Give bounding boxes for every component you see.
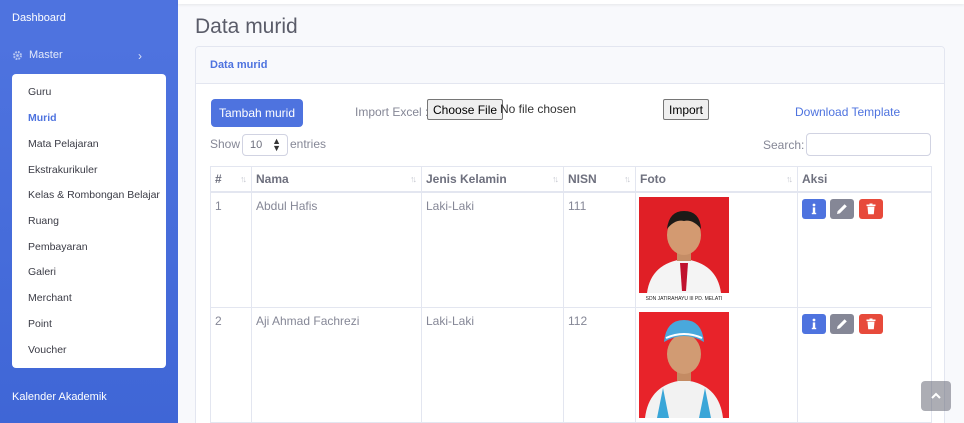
edit-button[interactable] [830,199,855,219]
sort-icon: ↑↓ [240,174,247,184]
show-label: Show [210,137,241,151]
import-button[interactable]: Import [663,99,710,120]
cell-aksi [797,307,932,423]
col-header-aksi: Aksi [797,166,932,193]
sidebar-item-merchant[interactable]: Merchant [28,292,72,304]
sidebar-item-voucher[interactable]: Voucher [28,344,67,356]
search-input[interactable] [806,133,931,156]
sidebar-item-master-label: Master [29,49,63,61]
cell-jenis-kelamin: Laki-Laki [421,307,564,423]
trash-icon [866,318,876,330]
select-arrows-icon: ▲ ▼ [272,136,281,153]
trash-icon [866,203,876,215]
topbar [178,0,964,4]
sidebar-item-guru[interactable]: Guru [28,86,51,98]
delete-button[interactable] [858,314,883,334]
cell-jenis-kelamin: Laki-Laki [421,191,564,308]
cell-no: 2 [210,307,252,423]
col-header-jk-label: Jenis Kelamin [426,172,507,186]
sidebar-item-dashboard[interactable]: Dashboard [12,12,66,24]
col-header-foto[interactable]: Foto ↑↓ [635,166,798,193]
col-header-jenis-kelamin[interactable]: Jenis Kelamin ↑↓ [421,166,564,193]
sidebar-item-master[interactable]: Master › [12,49,142,63]
file-status-text: No file chosen [500,102,577,116]
cell-aksi [797,191,932,308]
search-label: Search: [763,138,805,152]
sort-icon: ↑↓ [410,174,417,184]
sidebar-item-galeri[interactable]: Galeri [28,266,56,278]
col-header-nisn[interactable]: NISN ↑↓ [563,166,636,193]
info-button[interactable] [802,199,826,219]
student-photo: SDN JATIRAHAYU III PD. MELATI [639,197,729,303]
edit-button[interactable] [830,314,855,334]
col-header-aksi-label: Aksi [802,172,828,186]
sidebar-item-pembayaran[interactable]: Pembayaran [28,241,88,253]
col-header-nisn-label: NISN [568,172,597,186]
students-table: # ↑↓ Nama ↑↓ Jenis Kelamin ↑↓ NISN ↑↓ Foto ↑↓… [210,166,932,423]
sidebar-item-mata-pelajaran[interactable]: Mata Pelajaran [28,138,99,150]
cell-foto [635,307,798,423]
card-header: Data murid [196,47,944,84]
sort-icon: ↑↓ [624,174,631,184]
sidebar-item-murid[interactable]: Murid [28,112,57,124]
sidebar: Dashboard Master › Guru Murid Mata Pelaj… [0,0,178,423]
table-header-row: # ↑↓ Nama ↑↓ Jenis Kelamin ↑↓ NISN ↑↓ Foto ↑↓… [210,166,932,193]
photo-caption: SDN JATIRAHAYU III PD. MELATI [646,296,723,302]
chevron-up-icon [931,392,941,399]
delete-button[interactable] [858,199,883,219]
cell-foto: SDN JATIRAHAYU III PD. MELATI [635,191,798,308]
sidebar-item-ruang[interactable]: Ruang [28,215,59,227]
sort-icon: ↑↓ [786,174,793,184]
student-photo [639,312,729,418]
col-header-foto-label: Foto [640,172,666,186]
sidebar-item-ekstrakurikuler[interactable]: Ekstrakurikuler [28,164,97,176]
cell-no: 1 [210,191,252,308]
cell-nama: Abdul Hafis [251,191,422,308]
import-excel-label: Import Excel : [355,105,429,119]
page-title: Data murid [195,15,298,38]
cell-nisn: 111 [563,191,636,308]
cell-nisn: 112 [563,307,636,423]
pencil-icon [837,319,848,329]
sidebar-item-point[interactable]: Point [28,318,52,330]
entries-label: entries [290,137,327,151]
entries-select[interactable]: 10 ▲ ▼ [242,134,288,156]
info-icon [811,203,817,215]
info-button[interactable] [802,314,826,334]
scroll-to-top-button[interactable] [921,381,951,411]
table-row: 1 Abdul Hafis Laki-Laki 111 SDN JATIRAHA… [210,191,932,308]
sidebar-item-kalender-akademik[interactable]: Kalender Akademik [12,391,107,403]
sort-icon: ↑↓ [552,174,559,184]
col-header-nama-label: Nama [256,172,289,186]
info-icon [811,318,817,330]
pencil-icon [837,204,848,214]
sidebar-submenu-master: Guru Murid Mata Pelajaran Ekstrakurikule… [12,74,166,368]
download-template-link[interactable]: Download Template [795,105,900,119]
gear-icon [13,50,22,60]
add-student-button[interactable]: Tambah murid [211,99,303,127]
col-header-no-label: # [215,172,222,186]
entries-select-value: 10 [250,139,263,151]
col-header-nama[interactable]: Nama ↑↓ [251,166,422,193]
sidebar-item-kelas[interactable]: Kelas & Rombongan Belajar [28,189,160,201]
chevron-right-icon: › [138,49,142,63]
choose-file-button[interactable]: Choose File [427,99,504,120]
col-header-no[interactable]: # ↑↓ [210,166,252,193]
data-card: Data murid Tambah murid Import Excel : C… [195,46,945,423]
cell-nama: Aji Ahmad Fachrezi [251,307,422,423]
table-row: 2 Aji Ahmad Fachrezi Laki-Laki 112 [210,307,932,423]
